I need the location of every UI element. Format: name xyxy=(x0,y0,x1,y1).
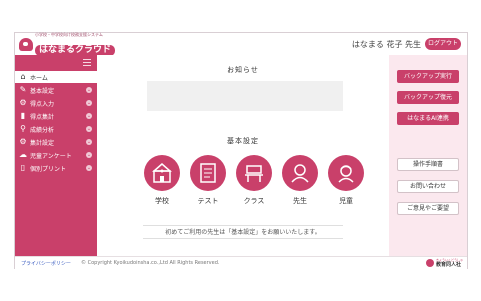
tile-test[interactable]: テスト xyxy=(188,155,228,206)
sidebar: ⌂ ホーム ✎ 基本設定 ⌄ ⚙ 得点入力 ⌄ ▮ 得点集計 ⌄ ⚲ 成績分析 … xyxy=(15,55,97,256)
desk-icon xyxy=(245,165,263,182)
sidebar-item-total-settings[interactable]: ⚙ 集計設定 ⌄ xyxy=(15,136,97,148)
bar-chart-icon: ▮ xyxy=(20,111,26,120)
right-panel: バックアップ実行 バックアップ復元 はなまるAI連携 操作手順書 お問い合わせ … xyxy=(389,55,467,256)
chevron-down-icon: ⌄ xyxy=(86,165,92,171)
privacy-policy-link[interactable]: プライバシーポリシー xyxy=(21,260,71,267)
test-paper-icon xyxy=(200,163,216,183)
copyright-text: © Copyright Kyoikudoinsha.co.,Ltd All Ri… xyxy=(81,260,220,266)
tile-label: クラス xyxy=(243,197,265,205)
sidebar-item-label: 得点集計 xyxy=(30,113,55,121)
sidebar-item-label: 児童アンケート xyxy=(30,152,72,160)
welcome-message: 初めてご利用の先生は「基本設定」をお願いいたします。 xyxy=(143,225,343,239)
app-logo[interactable]: 小学校・中学校向け校務支援システム はなまるクラウド xyxy=(19,32,116,56)
company-logo-icon xyxy=(425,259,434,267)
chevron-down-icon: ⌄ xyxy=(86,152,92,158)
logo-tagline: 小学校・中学校向け校務支援システム xyxy=(35,32,103,37)
magnifier-icon: ⚲ xyxy=(20,124,26,133)
chevron-down-icon: ⌄ xyxy=(86,126,92,132)
sidebar-item-label: 基本設定 xyxy=(30,87,55,95)
sidebar-item-grade-analysis[interactable]: ⚲ 成績分析 ⌄ xyxy=(15,123,97,135)
contact-button[interactable]: お問い合わせ xyxy=(397,180,459,193)
chevron-down-icon: ⌄ xyxy=(86,139,92,145)
gear-icon: ⚙ xyxy=(19,98,27,107)
notice-title: お知らせ xyxy=(227,66,259,74)
notice-box xyxy=(147,81,343,111)
app-window: 小学校・中学校向け校務支援システム はなまるクラウド はなまる 花子 先生 ログ… xyxy=(14,32,468,269)
sidebar-item-score-totals[interactable]: ▮ 得点集計 ⌄ xyxy=(15,110,97,122)
tile-school[interactable]: 学校 xyxy=(142,155,182,206)
sidebar-item-basic-settings[interactable]: ✎ 基本設定 ⌄ xyxy=(15,84,97,96)
pencil-icon: ✎ xyxy=(19,85,27,94)
chevron-down-icon: ⌄ xyxy=(86,87,92,93)
logout-button[interactable]: ログアウト xyxy=(425,38,461,50)
sidebar-item-label: 個別プリント xyxy=(30,165,67,173)
tile-label: テスト xyxy=(197,197,219,205)
document-icon: ▯ xyxy=(20,163,26,172)
teacher-icon xyxy=(291,164,309,183)
main-content: お知らせ 基本設定 学校 テスト クラス 先生 児童 初めてご利用の先生は「基本… xyxy=(97,55,389,256)
sidebar-item-label: ホーム xyxy=(30,74,48,82)
hamburger-menu-icon[interactable] xyxy=(83,59,91,66)
basic-settings-title: 基本設定 xyxy=(227,137,259,145)
speech-bubble-icon: ☁ xyxy=(19,150,27,159)
sidebar-item-student-survey[interactable]: ☁ 児童アンケート ⌄ xyxy=(15,149,97,161)
tile-label: 先生 xyxy=(293,197,307,205)
tile-label: 学校 xyxy=(155,197,169,205)
backup-run-button[interactable]: バックアップ実行 xyxy=(397,70,459,83)
company-logo[interactable]: きょういくどうしゃ 教育同人社 xyxy=(425,258,463,268)
home-icon: ⌂ xyxy=(20,72,26,81)
cloud-logo-icon xyxy=(19,37,33,51)
sidebar-item-label: 得点入力 xyxy=(30,100,55,108)
chevron-down-icon: ⌄ xyxy=(86,113,92,119)
students-icon xyxy=(338,165,354,183)
manual-button[interactable]: 操作手順書 xyxy=(397,158,459,171)
sidebar-item-individual-print[interactable]: ▯ 個別プリント ⌄ xyxy=(15,162,97,174)
footer: プライバシーポリシー © Copyright Kyoikudoinsha.co.… xyxy=(15,256,467,269)
sidebar-item-label: 集計設定 xyxy=(30,139,55,147)
sidebar-item-score-input[interactable]: ⚙ 得点入力 ⌄ xyxy=(15,97,97,109)
backup-restore-button[interactable]: バックアップ復元 xyxy=(397,91,459,104)
gear-icon: ⚙ xyxy=(19,137,27,146)
sidebar-item-label: 成績分析 xyxy=(30,126,55,134)
user-name: はなまる 花子 先生 xyxy=(351,40,421,49)
tile-label: 児童 xyxy=(339,197,353,205)
tile-teacher[interactable]: 先生 xyxy=(280,155,320,206)
company-logo-name: 教育同人社 xyxy=(435,262,461,268)
school-icon xyxy=(152,163,172,183)
feedback-button[interactable]: ご意見やご要望 xyxy=(397,202,459,215)
chevron-down-icon: ⌄ xyxy=(86,100,92,106)
tile-class[interactable]: クラス xyxy=(234,155,274,206)
ai-link-button[interactable]: はなまるAI連携 xyxy=(397,112,459,125)
header: 小学校・中学校向け校務支援システム はなまるクラウド はなまる 花子 先生 ログ… xyxy=(15,32,467,56)
tile-students[interactable]: 児童 xyxy=(326,155,366,206)
sidebar-item-home[interactable]: ⌂ ホーム xyxy=(15,71,97,83)
